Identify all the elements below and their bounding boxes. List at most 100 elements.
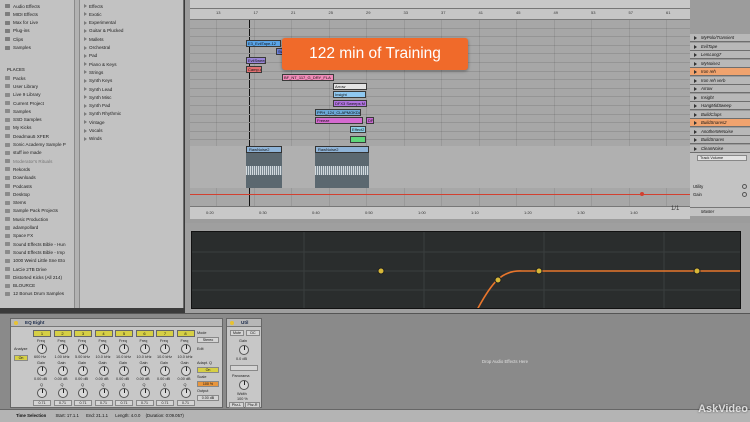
track-fold-icon[interactable] — [694, 78, 697, 83]
disclosure-triangle-icon[interactable] — [84, 128, 87, 133]
place-item[interactable]: Space FX — [0, 232, 74, 240]
audio-track-lane[interactable]: RawNoise2 RawNoise2 — [190, 146, 690, 188]
band-toggle[interactable]: 8 — [176, 330, 195, 337]
track-header[interactable]: EvilTape — [690, 42, 750, 51]
place-item[interactable]: Desktop — [0, 190, 74, 198]
midi-clip[interactable] — [350, 136, 366, 143]
q-value[interactable]: 0.71 — [33, 400, 51, 406]
band-toggle[interactable]: 6 — [135, 330, 154, 337]
freq-knob[interactable] — [98, 344, 109, 354]
track-header[interactable]: MyNoise1 — [690, 59, 750, 68]
place-item[interactable]: Downloads — [0, 174, 74, 182]
place-item[interactable]: adampollard — [0, 224, 74, 232]
place-item[interactable]: User Library — [0, 82, 74, 90]
gain-knob[interactable] — [180, 366, 191, 376]
q-knob[interactable] — [57, 388, 68, 398]
track-lane[interactable] — [190, 115, 690, 124]
q-knob[interactable] — [98, 388, 109, 398]
midi-clip[interactable]: BF_NT_117_G_DRY_FLA — [282, 74, 334, 82]
track-fold-icon[interactable] — [694, 36, 697, 40]
track-header[interactable]: Iron reh verb — [690, 76, 750, 85]
disclosure-triangle-icon[interactable] — [84, 20, 87, 25]
q-value[interactable]: 0.71 — [74, 400, 92, 406]
band-toggle[interactable]: 5 — [115, 330, 133, 337]
midi-clip[interactable]: Insight — [333, 91, 366, 99]
category-item[interactable]: Audio Effects — [0, 2, 74, 10]
place-item[interactable]: BLOURCE — [0, 282, 74, 290]
device-power-icon[interactable] — [230, 321, 234, 325]
midi-clip[interactable]: E3_EvilTape-12 — [246, 39, 281, 47]
q-value[interactable]: 0.71 — [94, 400, 113, 406]
place-item[interactable]: LaCie 2TB Drive — [0, 265, 74, 273]
disclosure-triangle-icon[interactable] — [84, 28, 87, 33]
disclosure-triangle-icon[interactable] — [84, 136, 87, 141]
freq-knob[interactable] — [37, 344, 47, 354]
category-item[interactable]: Max for Live — [0, 19, 74, 27]
browser-folder-item[interactable]: Effects — [81, 2, 184, 10]
place-item[interactable]: Distorted Kicks (All 214) — [0, 273, 74, 281]
place-item[interactable]: Samples — [0, 107, 74, 115]
q-knob[interactable] — [180, 388, 191, 398]
browser-folder-item[interactable]: Orchestral — [81, 44, 184, 52]
place-item[interactable]: Sonic Academy Sample P — [0, 141, 74, 149]
track-header[interactable]: BuildClaps — [690, 110, 750, 119]
track-lane[interactable] — [190, 89, 690, 98]
browser-folder-item[interactable]: Synth Rhythmic — [81, 110, 184, 118]
midi-clip[interactable]: Camp.d — [246, 65, 262, 73]
track-header[interactable]: BuildSnares — [690, 136, 750, 144]
browser-folder-item[interactable]: Guitar & Plucked — [81, 27, 184, 35]
browser-folder-item[interactable]: Synth Pad — [81, 102, 184, 110]
disclosure-triangle-icon[interactable] — [84, 78, 87, 83]
disclosure-triangle-icon[interactable] — [84, 37, 87, 42]
browser-folder-item[interactable]: Piano & Keys — [81, 60, 184, 68]
browser-folder-item[interactable]: Synth Misc — [81, 93, 184, 101]
disclosure-triangle-icon[interactable] — [84, 53, 87, 58]
mode-chooser[interactable]: Stereo — [197, 337, 219, 343]
midi-clip[interactable]: Arrow — [333, 82, 367, 90]
midi-clip[interactable]: Freeze — [315, 117, 363, 125]
browser-folder-item[interactable]: Winds — [81, 135, 184, 143]
track-lane[interactable] — [190, 132, 690, 141]
track-lane[interactable] — [190, 29, 690, 38]
disclosure-triangle-icon[interactable] — [84, 120, 87, 125]
track-lane[interactable] — [190, 106, 690, 115]
q-knob[interactable] — [139, 388, 150, 398]
scale-value[interactable]: 100 % — [197, 381, 219, 387]
track-fold-icon[interactable] — [694, 53, 697, 57]
track-header[interactable]: BuildSnares2 — [690, 119, 750, 127]
utility-title-bar[interactable]: Util — [227, 319, 261, 327]
browser-folder-item[interactable]: Vocals — [81, 127, 184, 135]
eq-band-point-2[interactable] — [494, 276, 502, 284]
category-item[interactable]: Plug-ins — [0, 27, 74, 35]
device-power-icon[interactable] — [14, 321, 18, 325]
freq-knob[interactable] — [160, 344, 170, 354]
place-item[interactable]: Sample Pack Projects — [0, 207, 74, 215]
disclosure-triangle-icon[interactable] — [84, 12, 87, 17]
gain-knob[interactable] — [160, 366, 170, 376]
eq-band-point-3[interactable] — [535, 267, 543, 275]
track-lane[interactable] — [190, 97, 690, 106]
track-fold-icon[interactable] — [694, 95, 697, 100]
output-value[interactable]: 0.00 dB — [197, 395, 219, 401]
q-value[interactable]: 0.71 — [135, 400, 154, 406]
browser-folder-item[interactable]: Strings — [81, 68, 184, 76]
disclosure-triangle-icon[interactable] — [84, 70, 87, 75]
dc-button[interactable]: DC — [246, 330, 260, 336]
track-lane[interactable] — [190, 80, 690, 89]
q-value[interactable]: 0.71 — [176, 400, 195, 406]
track-fold-icon[interactable] — [694, 44, 697, 49]
track-fold-icon[interactable] — [694, 129, 697, 134]
browser-folder-item[interactable]: Experimental — [81, 19, 184, 27]
freq-knob[interactable] — [78, 344, 88, 354]
place-item[interactable]: Stems — [0, 199, 74, 207]
audio-clip[interactable]: RawNoise2 — [246, 146, 282, 188]
disclosure-triangle-icon[interactable] — [84, 4, 87, 8]
midi-clip[interactable]: Effect2 — [350, 125, 366, 133]
freq-knob[interactable] — [180, 344, 191, 354]
track-fold-icon[interactable] — [694, 146, 697, 151]
utility-device[interactable]: Util Mute DC Gain 0.0 dB Panorama Width … — [226, 318, 262, 408]
analyze-toggle[interactable]: On — [14, 355, 28, 361]
track-header[interactable]: MyPolo/Transient — [690, 34, 750, 42]
band-toggle[interactable]: 2 — [53, 330, 72, 337]
channel-mode-chooser[interactable] — [230, 365, 258, 371]
